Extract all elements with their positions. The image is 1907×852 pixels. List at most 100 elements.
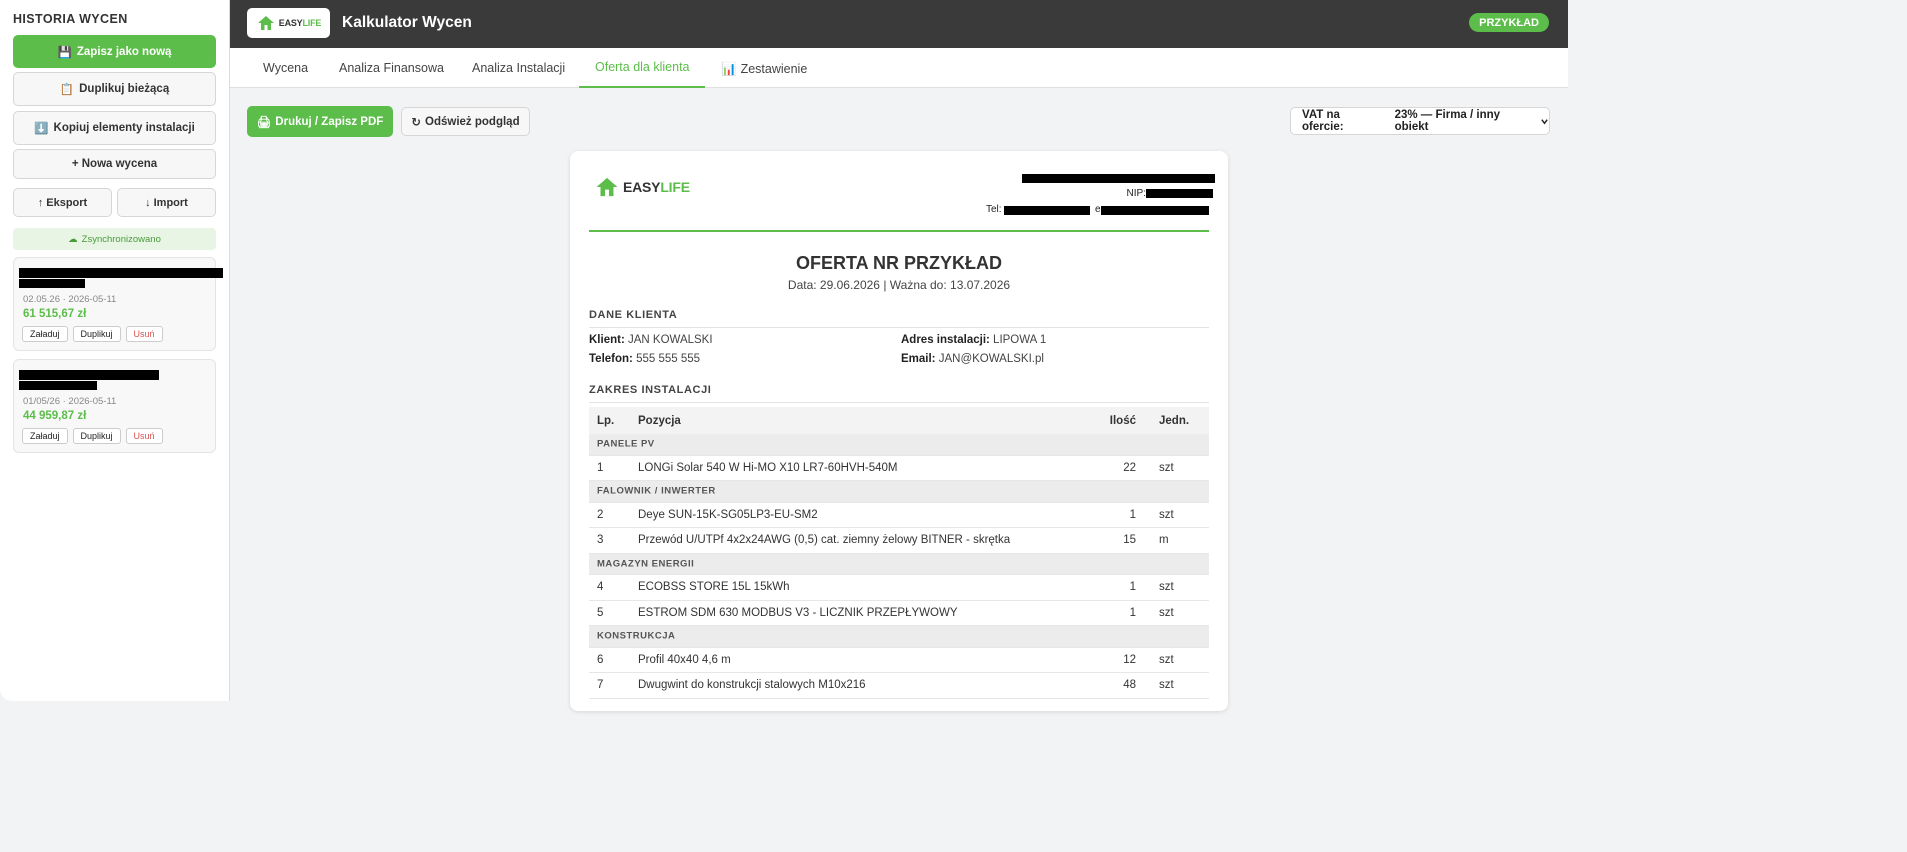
tab-zestawienie-label: Zestawienie — [740, 62, 808, 76]
copy-elements-label: Kopiuj elementy instalacji — [53, 122, 195, 134]
duplicate-current-label: Duplikuj bieżącą — [79, 83, 170, 95]
table-row: 1 LONGi Solar 540 W Hi-MO X10 LR7-60HVH-… — [589, 456, 1209, 481]
card-amount: 44 959,87 zł — [23, 410, 87, 422]
save-as-new-label: Zapisz jako nową — [76, 45, 172, 58]
col-qty: Ilość — [1109, 414, 1136, 427]
cloud-icon: ☁ — [68, 233, 78, 245]
tab-wycena[interactable]: Wycena — [263, 48, 308, 88]
col-position: Pozycja — [638, 414, 681, 427]
tab-analiza-instalacji[interactable]: Analiza Instalacji — [472, 48, 565, 88]
category-row: MAGAZYN ENERGII — [589, 553, 1209, 575]
load-button[interactable]: Załaduj — [22, 428, 68, 444]
refresh-preview-button[interactable]: ↻ Odśwież podgląd — [401, 107, 530, 136]
client-section-heading: DANE KLIENTA — [589, 309, 1209, 328]
offer-logo: EASYLIFE — [594, 175, 690, 199]
category-row: KONSTRUKCJA — [589, 626, 1209, 648]
copy-elements-button[interactable]: ⬇️ Kopiuj elementy instalacji — [13, 111, 216, 145]
import-label: Import — [153, 196, 188, 209]
redacted-title — [19, 279, 85, 288]
new-quote-button[interactable]: + Nowa wycena — [13, 149, 216, 179]
printer-icon: 🖨 — [256, 116, 272, 129]
table-row: 5 ESTROM SDM 630 MODBUS V3 - LICZNIK PRZ… — [589, 601, 1209, 626]
vat-value: 23% — Firma / inny obiekt — [1394, 109, 1501, 133]
download-arrow-icon: ⬇️ — [34, 123, 49, 135]
delete-button[interactable]: Usuń — [125, 428, 163, 444]
redacted-title — [19, 381, 97, 390]
offer-heading: OFERTA NR PRZYKŁAD — [796, 253, 1002, 273]
offer-email-prefix: e — [1095, 204, 1101, 215]
sync-status: ☁ Zsynchronizowano — [13, 228, 216, 250]
sidebar-title: HISTORIA WYCEN — [13, 12, 128, 26]
save-as-new-button[interactable]: 💾 Zapisz jako nową — [13, 35, 216, 68]
chevron-down-icon — [1541, 118, 1548, 124]
table-row: 3 Przewód U/UTPf 4x2x24AWG (0,5) cat. zi… — [589, 528, 1209, 554]
offer-nip-label: NIP: — [1126, 188, 1146, 199]
offer-logo-text: EASYLIFE — [623, 179, 690, 195]
main-tabs: Wycena Analiza Finansowa Analiza Instala… — [230, 48, 1568, 88]
phone-row: Telefon: 555 555 555 — [589, 353, 701, 365]
offer-preview: EASYLIFE NIP: Tel: e OFERTA NR PRZYKŁAD … — [570, 151, 1228, 711]
history-sidebar: HISTORIA WYCEN 💾 Zapisz jako nową 📋 Dupl… — [0, 0, 230, 701]
address-row: Adres instalacji: LIPOWA 1 — [901, 334, 1047, 346]
tab-oferta[interactable]: Oferta dla klienta — [579, 48, 705, 88]
export-label: Eksport — [46, 196, 88, 209]
vat-label: VAT na ofercie: — [1302, 109, 1344, 133]
arrow-down-icon: ↓ — [145, 196, 151, 209]
table-row: 6 Profil 40x40 4,6 m 12 szt — [589, 648, 1209, 673]
scope-table: Lp. Pozycja Ilość Jedn. PANELE PV 1 LONG… — [589, 407, 1209, 699]
print-pdf-button[interactable]: 🖨 Drukuj / Zapisz PDF — [247, 106, 393, 137]
table-row: 2 Deye SUN-15K-SG05LP3-EU-SM2 1 szt — [589, 503, 1209, 528]
duplicate-button[interactable]: Duplikuj — [72, 326, 121, 342]
offer-dates: Data: 29.06.2026 | Ważna do: 13.07.2026 — [787, 278, 1011, 292]
export-button[interactable]: ↑ Eksport — [13, 188, 112, 217]
card-meta: 02.05.26 · 2026-05-11 — [23, 294, 117, 305]
category-row: PANELE PV — [589, 434, 1209, 456]
redacted-nip — [1146, 189, 1213, 198]
redacted-phone — [1004, 206, 1090, 215]
new-quote-label: + Nowa wycena — [71, 158, 158, 170]
print-pdf-label: Drukuj / Zapisz PDF — [275, 115, 384, 128]
logo-text: EASYLIFE — [278, 18, 322, 28]
arrow-up-icon: ↑ — [37, 196, 44, 209]
redacted-company — [1022, 174, 1215, 183]
history-card[interactable]: 02.05.26 · 2026-05-11 61 515,67 zł Załad… — [13, 257, 223, 351]
table-header: Lp. Pozycja Ilość Jedn. — [589, 407, 1209, 434]
table-row: 7 Dwugwint do konstrukcji stalowych M10x… — [589, 673, 1209, 699]
refresh-preview-label: Odśwież podgląd — [425, 115, 520, 128]
refresh-icon: ↻ — [411, 116, 422, 129]
vat-select[interactable]: 23% — Firma / inny obiekt — [1395, 109, 1549, 133]
table-row: 4 ECOBSS STORE 15L 15kWh 1 szt — [589, 575, 1209, 601]
app-header: EASYLIFE Kalkulator Wycen PRZYKŁAD — [230, 0, 1568, 48]
tab-zestawienie[interactable]: 📊 Zestawienie — [721, 49, 807, 89]
category-row: FALOWNIK / INWERTER — [589, 481, 1209, 503]
tab-analiza-finansowa[interactable]: Analiza Finansowa — [339, 48, 444, 88]
redacted-title — [19, 268, 223, 278]
duplicate-current-button[interactable]: 📋 Duplikuj bieżącą — [13, 72, 216, 106]
example-badge[interactable]: PRZYKŁAD — [1469, 13, 1549, 32]
house-logo-icon — [257, 16, 274, 30]
delete-button[interactable]: Usuń — [125, 326, 163, 342]
client-row: Klient: JAN KOWALSKI — [589, 334, 713, 346]
col-lp: Lp. — [597, 414, 615, 427]
import-button[interactable]: ↓ Import — [117, 188, 216, 217]
history-card[interactable]: 01/05/26 · 2026-05-11 44 959,87 zł Załad… — [13, 359, 216, 453]
redacted-title — [19, 370, 159, 380]
clipboard-icon: 📋 — [59, 84, 75, 96]
app-title: Kalkulator Wycen — [342, 14, 472, 31]
easylife-logo: EASYLIFE — [247, 8, 330, 38]
redacted-email — [1101, 206, 1209, 215]
floppy-disk-icon: 💾 — [57, 46, 72, 59]
sync-status-label: Zsynchronizowano — [81, 233, 161, 245]
bar-chart-icon: 📊 — [721, 61, 737, 76]
card-amount: 61 515,67 zł — [23, 308, 87, 320]
load-button[interactable]: Załaduj — [22, 326, 68, 342]
house-logo-icon — [596, 177, 618, 197]
email-row: Email: JAN@KOWALSKI.pl — [901, 353, 1044, 365]
offer-tel-label: Tel: — [986, 204, 1002, 215]
vat-selector[interactable]: VAT na ofercie: 23% — Firma / inny obiek… — [1290, 107, 1550, 135]
duplicate-button[interactable]: Duplikuj — [72, 428, 121, 444]
divider — [589, 230, 1209, 232]
col-unit: Jedn. — [1159, 414, 1190, 427]
scope-section-heading: ZAKRES INSTALACJI — [589, 384, 1209, 403]
card-meta: 01/05/26 · 2026-05-11 — [23, 396, 117, 407]
